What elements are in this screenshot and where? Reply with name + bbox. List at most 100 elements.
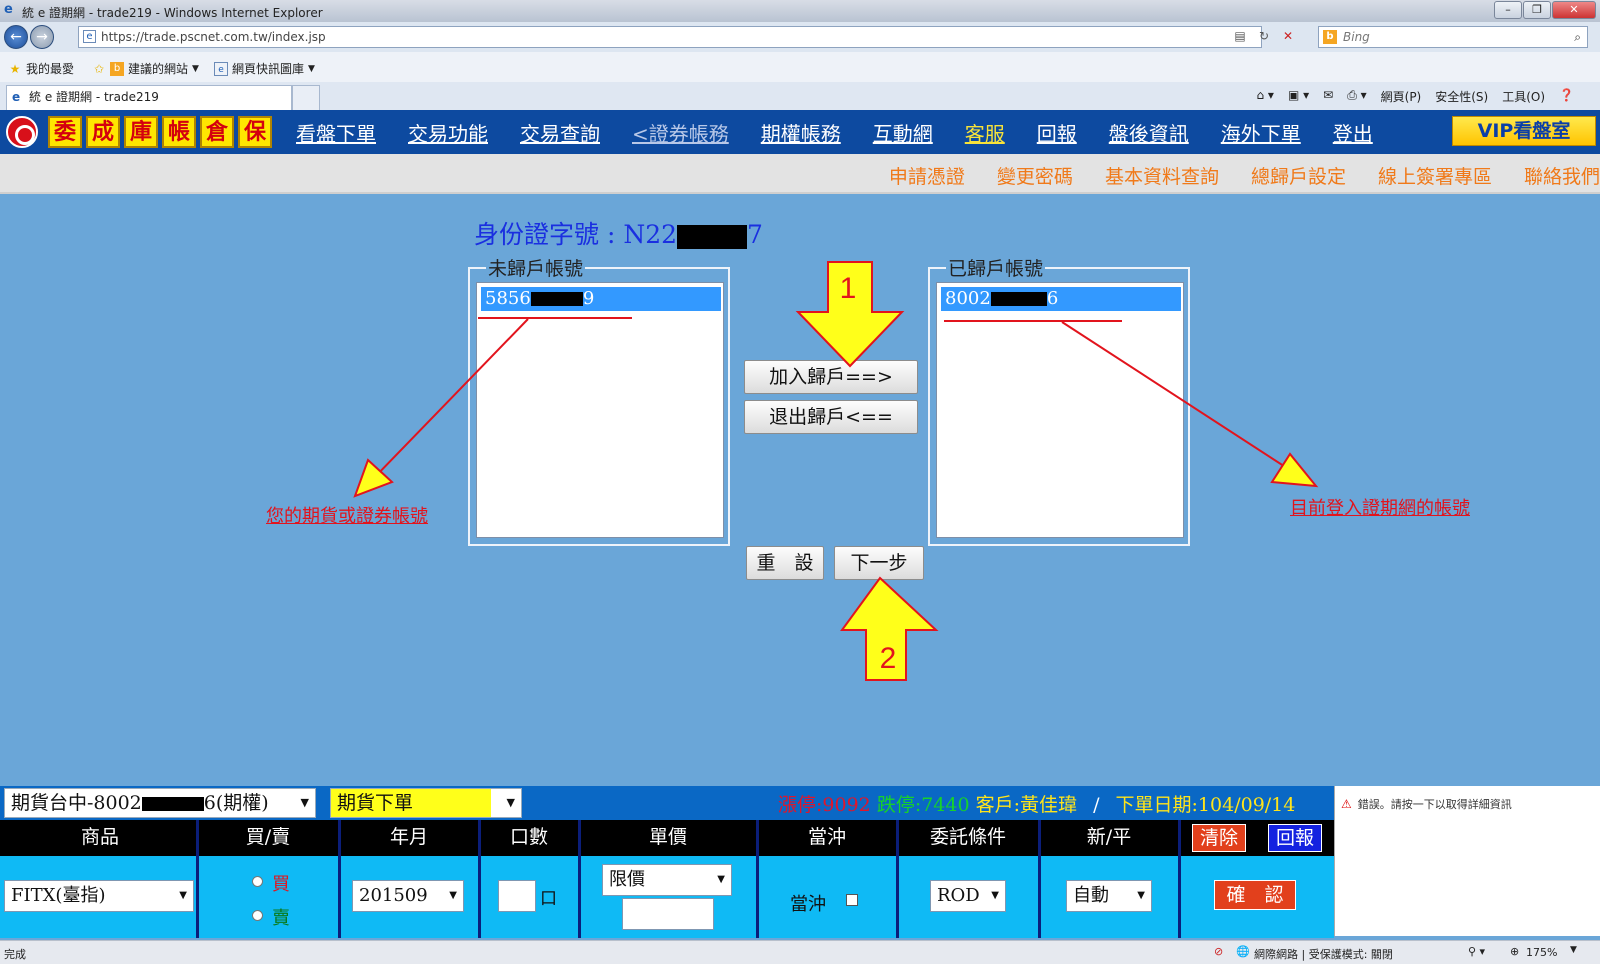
subnav-online-signing[interactable]: 線上簽署專區 xyxy=(1378,162,1492,189)
close-icon[interactable]: ✕ xyxy=(1552,1,1596,19)
year-month-value: 201509 xyxy=(359,885,428,906)
column-divider xyxy=(1038,820,1041,938)
limit-down: 跌停:7440 xyxy=(876,794,970,816)
search-box[interactable]: b Bing ⌕ xyxy=(1318,26,1588,48)
company-logo[interactable] xyxy=(6,116,38,148)
open-close-select[interactable]: 自動 ▼ xyxy=(1066,880,1152,912)
annotation-current-account: 目前登入證期網的帳號 xyxy=(1290,498,1470,519)
nav-report[interactable]: 回報 xyxy=(1037,118,1077,147)
market-status: 漲停:9092 跌停:7440 客戶:黃佳瑋 / 下單日期:104/09/14 xyxy=(778,790,1295,817)
quick-position-button[interactable]: 倉 xyxy=(200,116,234,148)
suggested-sites-label: 建議的網站 xyxy=(128,62,189,76)
id-suffix: 7 xyxy=(747,220,763,249)
add-link-button[interactable]: 加入歸戶==> xyxy=(744,360,918,394)
back-icon[interactable]: ← xyxy=(4,25,28,49)
remove-link-button[interactable]: 退出歸戶<== xyxy=(744,400,918,434)
daytrade-checkbox[interactable] xyxy=(846,894,858,906)
zoom-icon[interactable]: ⊕ xyxy=(1510,945,1519,958)
account-select[interactable]: 期貨台中-8002 6(期權) ▼ xyxy=(4,788,316,818)
page-menu[interactable]: 網頁(P) xyxy=(1381,88,1422,105)
annotation-your-account: 您的期貨或證券帳號 xyxy=(266,506,428,527)
restore-icon[interactable]: ❐ xyxy=(1523,1,1551,19)
site-nav: 委 成 庫 帳 倉 保 看盤下單 交易功能 交易查詢 <證券帳務 期權帳務 互動… xyxy=(0,110,1600,154)
nav-trade-functions[interactable]: 交易功能 xyxy=(408,118,488,147)
status-text: 完成 xyxy=(4,948,26,961)
sell-radio[interactable] xyxy=(252,910,263,921)
new-tab-button[interactable] xyxy=(292,85,320,110)
nav-interactive[interactable]: 互動網 xyxy=(873,118,933,147)
main-menu: 看盤下單 交易功能 交易查詢 <證券帳務 期權帳務 互動網 客服 回報 盤後資訊… xyxy=(296,110,1405,154)
quick-fill-button[interactable]: 成 xyxy=(86,116,120,148)
error-notice[interactable]: ⚠ 錯誤。請按一下以取得詳細資訊 xyxy=(1341,796,1512,812)
web-slice-gallery-link[interactable]: e 網頁快訊圖庫 ▼ xyxy=(214,60,315,77)
report-button[interactable]: 回報 xyxy=(1268,824,1322,852)
search-icon[interactable]: ⌕ xyxy=(1574,27,1581,47)
nav-quote-order[interactable]: 看盤下單 xyxy=(296,118,376,147)
home-icon[interactable]: ⌂ ▾ xyxy=(1256,88,1273,105)
print-icon[interactable]: ⎙ ▾ xyxy=(1347,88,1366,105)
next-step-button[interactable]: 下一步 xyxy=(834,546,924,580)
quick-margin-button[interactable]: 保 xyxy=(238,116,272,148)
quick-order-button[interactable]: 委 xyxy=(48,116,82,148)
address-bar[interactable]: e https://trade.pscnet.com.tw/index.jsp xyxy=(78,26,1262,48)
favorites-button[interactable]: ★ 我的最愛 xyxy=(8,60,74,77)
lots-input[interactable] xyxy=(498,880,536,912)
list-item[interactable]: 5856 9 xyxy=(481,287,721,311)
clear-button[interactable]: 清除 xyxy=(1192,824,1246,852)
zoom-dropdown-icon[interactable]: ▼ xyxy=(1570,945,1577,955)
order-mode-select[interactable]: 期貨下單 ▼ xyxy=(330,788,522,818)
safety-menu[interactable]: 安全性(S) xyxy=(1435,88,1488,105)
nav-overseas-order[interactable]: 海外下單 xyxy=(1221,118,1301,147)
subnav-contact-us[interactable]: 聯絡我們 xyxy=(1524,162,1600,189)
security-icon[interactable]: ⚲ ▾ xyxy=(1468,945,1485,958)
reset-button[interactable]: 重 設 xyxy=(746,546,824,580)
price-input[interactable] xyxy=(622,898,714,930)
globe-icon: 🌐 xyxy=(1236,945,1250,958)
refresh-icon[interactable]: ↻ xyxy=(1254,26,1274,46)
subnav-change-password[interactable]: 變更密碼 xyxy=(997,162,1073,189)
account-select-suffix: 6(期權) xyxy=(203,792,269,814)
nav-customer-service[interactable]: 客服 xyxy=(965,118,1005,147)
subnav-apply-certificate[interactable]: 申請憑證 xyxy=(889,162,965,189)
subnav-account-linking[interactable]: 總歸戶設定 xyxy=(1251,162,1346,189)
stop-icon[interactable]: ✕ xyxy=(1278,26,1298,46)
tab-ie-icon: e xyxy=(12,90,21,104)
feeds-icon[interactable]: ▣ ▾ xyxy=(1288,88,1309,105)
price-type-select[interactable]: 限價 ▼ xyxy=(602,864,732,896)
condition-select[interactable]: ROD ▼ xyxy=(930,880,1006,912)
buy-radio[interactable] xyxy=(252,876,263,887)
tools-menu[interactable]: 工具(O) xyxy=(1502,88,1545,105)
ie-icon: e xyxy=(4,2,13,17)
quick-inventory-button[interactable]: 庫 xyxy=(124,116,158,148)
web-slice-label: 網頁快訊圖庫 xyxy=(232,62,305,76)
help-icon[interactable]: ❓ xyxy=(1559,88,1574,105)
unlinked-accounts-list[interactable]: 5856 9 xyxy=(476,282,724,538)
subnav-profile-query[interactable]: 基本資料查詢 xyxy=(1105,162,1219,189)
suggested-sites-link[interactable]: ✩ b 建議的網站 ▼ xyxy=(92,60,199,77)
vip-room-button[interactable]: VIP看盤室 xyxy=(1452,116,1596,146)
compatibility-icon[interactable]: ▤ xyxy=(1230,26,1250,46)
zoom-level[interactable]: 175% xyxy=(1526,946,1557,959)
nav-trade-query[interactable]: 交易查詢 xyxy=(520,118,600,147)
nav-after-hours[interactable]: 盤後資訊 xyxy=(1109,118,1189,147)
id-number: 身份證字號 : N22 7 xyxy=(474,215,763,251)
product-select[interactable]: FITX(臺指) ▼ xyxy=(4,880,194,912)
confirm-button[interactable]: 確 認 xyxy=(1214,880,1296,910)
redaction-bar xyxy=(677,224,748,249)
dropdown-icon: ▼ xyxy=(308,63,315,74)
year-month-select[interactable]: 201509 ▼ xyxy=(352,880,464,912)
account-suffix: 6 xyxy=(1046,288,1059,309)
blocked-icon: ⊘ xyxy=(1214,945,1224,958)
minimize-icon[interactable]: – xyxy=(1494,1,1522,19)
list-item[interactable]: 8002 6 xyxy=(941,287,1181,311)
nav-securities-account[interactable]: <證券帳務 xyxy=(632,118,729,147)
forward-icon[interactable]: → xyxy=(30,25,54,49)
chevron-down-icon: ▼ xyxy=(991,890,999,901)
error-text: 錯誤。請按一下以取得詳細資訊 xyxy=(1357,798,1512,811)
linked-accounts-list[interactable]: 8002 6 xyxy=(936,282,1184,538)
browser-tab[interactable]: e 統 e 證期網 - trade219 xyxy=(6,85,292,110)
quick-account-button[interactable]: 帳 xyxy=(162,116,196,148)
mail-icon[interactable]: ✉ xyxy=(1323,88,1333,105)
nav-options-account[interactable]: 期權帳務 xyxy=(761,118,841,147)
nav-logout[interactable]: 登出 xyxy=(1333,118,1373,147)
